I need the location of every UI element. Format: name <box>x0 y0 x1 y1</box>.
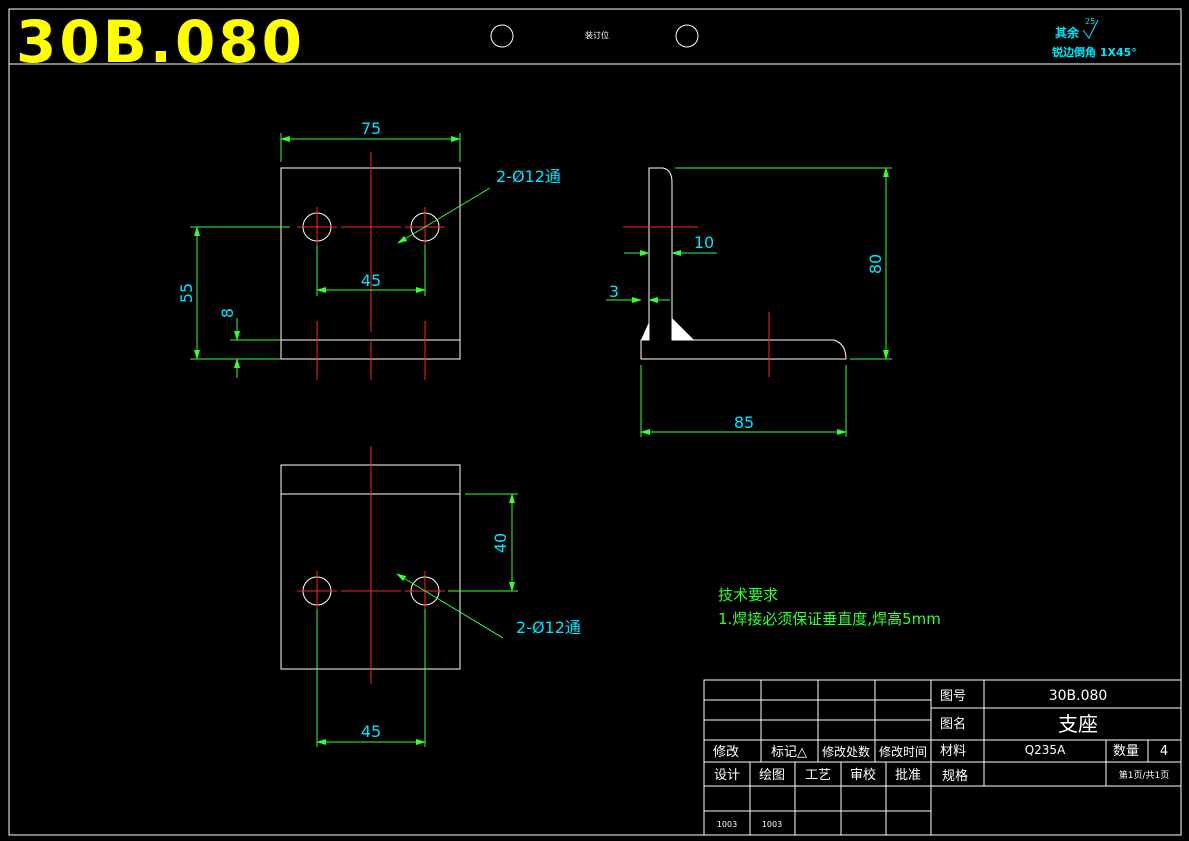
design-date: 1003 <box>717 820 737 829</box>
side-dim-80: 80 <box>866 254 885 274</box>
drawing-code-header: 30B.080 <box>16 8 305 76</box>
side-profile-outline <box>640 167 847 360</box>
top-center-lines <box>297 446 445 684</box>
rev-header-3: 修改处数 <box>822 744 870 759</box>
top-hole-spacing-dim: 45 <box>361 722 381 741</box>
draw-date: 1003 <box>762 820 782 829</box>
drawing-no: 30B.080 <box>1049 688 1108 704</box>
material-value: Q235A <box>1025 743 1066 757</box>
rev-header-2: 标记△ <box>771 745 807 760</box>
top-hole-callout: 2-Ø12通 <box>516 618 581 637</box>
sign-header-3: 工艺 <box>805 768 831 783</box>
material-label: 材料 <box>940 744 966 759</box>
front-width-dim: 75 <box>361 119 381 138</box>
front-center-lines <box>297 152 445 380</box>
sign-header-1: 设计 <box>714 768 740 783</box>
rev-header-4: 修改时间 <box>879 744 927 759</box>
sign-header-2: 绘图 <box>759 768 785 783</box>
sign-header-4: 审校 <box>850 767 876 783</box>
top-dimensions <box>316 493 518 747</box>
front-view: 75 45 55 8 2-Ø12通 <box>177 119 561 380</box>
front-dimensions <box>190 133 491 378</box>
drawing-no-label: 图号 <box>940 689 966 704</box>
side-dim-10: 10 <box>694 233 714 252</box>
drawing-border <box>8 8 1182 836</box>
roughness-value: 25 <box>1085 17 1095 26</box>
chamfer-note: 锐边倒角 1X45° <box>1052 45 1137 59</box>
page-info: 第1页/共1页 <box>1119 769 1170 781</box>
binding-label: 装订位 <box>585 30 609 40</box>
side-dim-3: 3 <box>609 282 619 301</box>
roughness-label: 其余 <box>1055 25 1080 40</box>
engineering-drawing: 30B.080 装订位 其余 25 锐边倒角 1X45° 75 45 55 8 … <box>8 8 1182 836</box>
part-name: 支座 <box>1058 712 1098 736</box>
quantity-value: 4 <box>1160 744 1168 759</box>
top-view: 40 45 2-Ø12通 <box>280 446 581 747</box>
side-dim-85: 85 <box>734 413 754 432</box>
side-view: 10 3 80 85 <box>606 167 892 437</box>
sign-header-5: 批准 <box>895 768 921 783</box>
front-hole-spacing-dim: 45 <box>361 271 381 290</box>
tech-requirements-title: 技术要求 <box>718 586 778 604</box>
weld-fillet <box>672 318 694 340</box>
top-dim-40: 40 <box>491 533 510 553</box>
weld-fillet-inner <box>641 322 649 340</box>
front-height-dim: 55 <box>177 283 196 303</box>
quantity-label: 数量 <box>1113 744 1139 759</box>
tech-requirements-item-1: 1.焊接必须保证垂直度,焊高5mm <box>718 610 941 628</box>
binding-hole-right <box>675 24 699 48</box>
front-small-dim: 8 <box>218 308 237 318</box>
spec-label: 规格 <box>942 768 968 784</box>
part-name-label: 图名 <box>940 716 966 732</box>
rev-header-1: 修改 <box>713 745 739 760</box>
binding-hole-left <box>490 24 514 48</box>
front-hole-callout: 2-Ø12通 <box>496 167 561 186</box>
